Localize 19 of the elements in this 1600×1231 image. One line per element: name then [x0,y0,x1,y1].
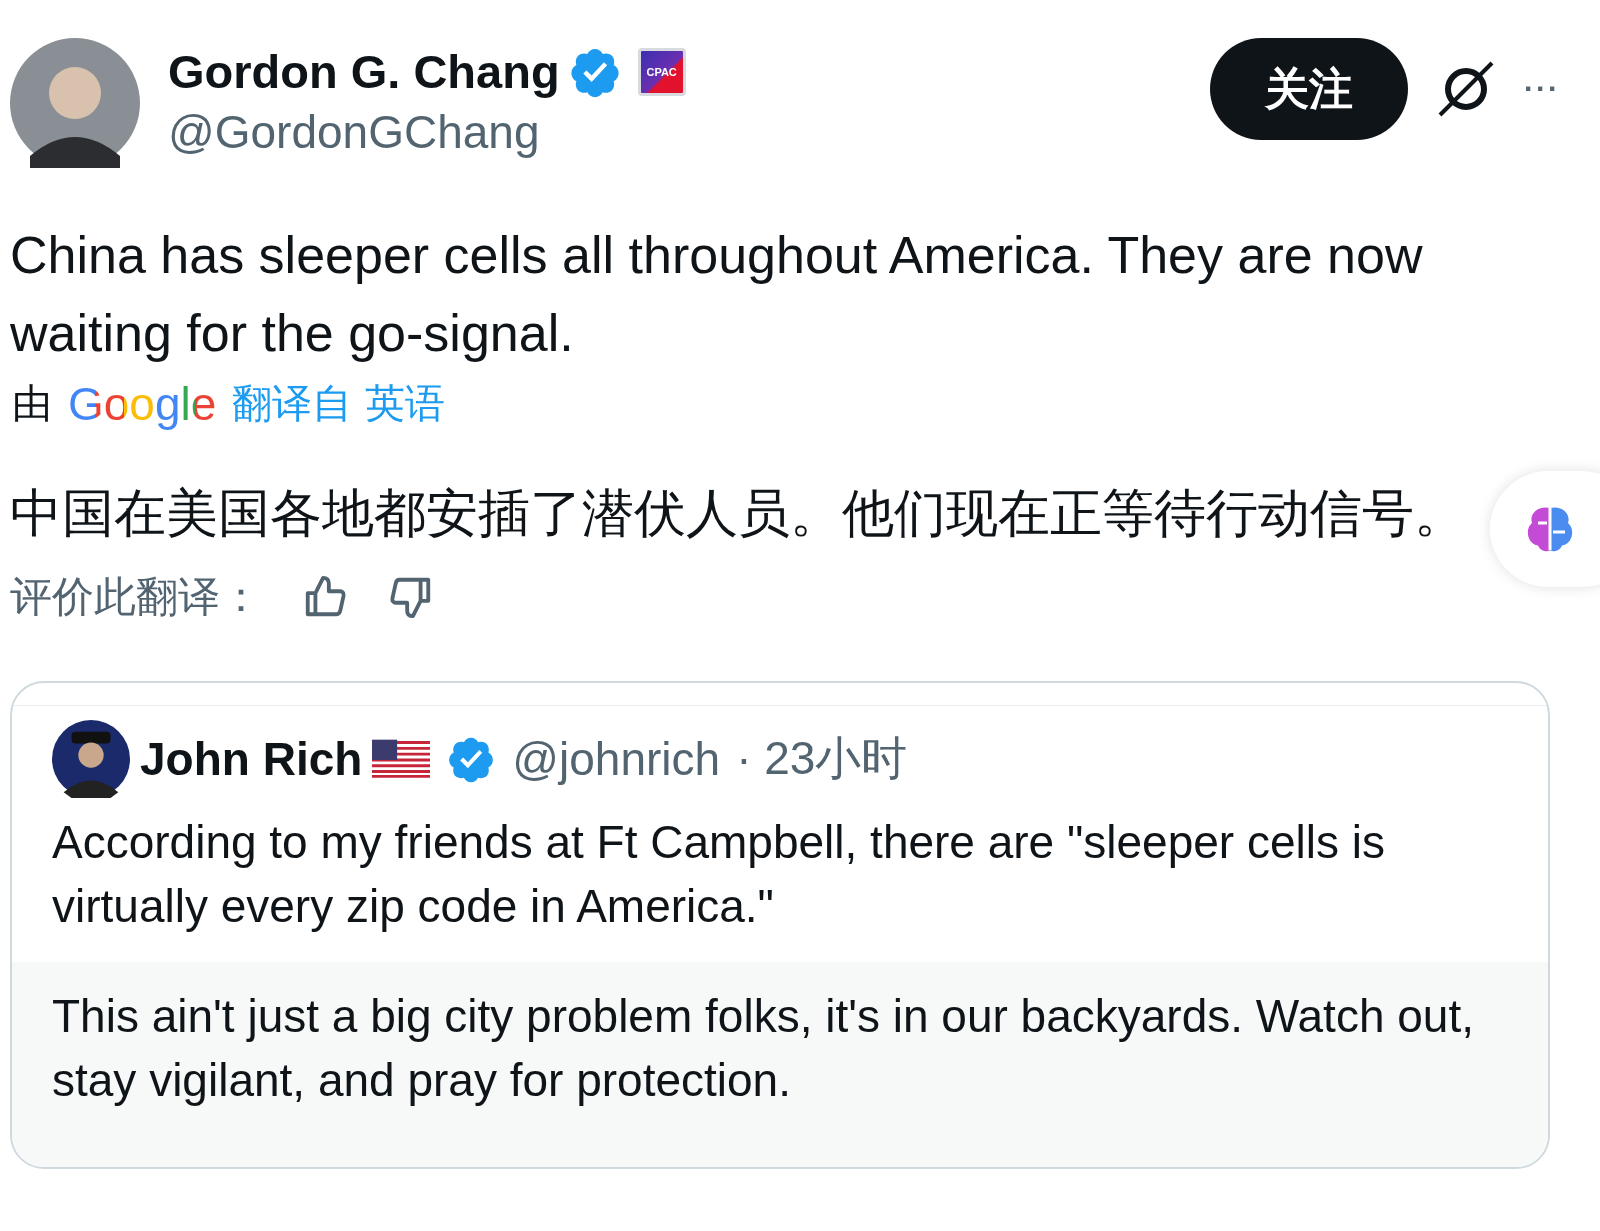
translated-by-label: 由 [12,379,52,428]
avatar[interactable] [10,38,140,168]
translated-text: 中国在美国各地都安插了潜伏人员。他们现在正等待行动信号。 [10,482,1466,545]
flag-icon [372,739,431,779]
timestamp: · 23小时 [736,731,908,786]
brain-button[interactable] [1490,471,1600,587]
author-name[interactable]: Gordon G. Chang [168,44,560,99]
quoted-author-name[interactable]: John Rich [140,732,363,786]
quoted-author-handle[interactable]: @johnrich [512,732,721,786]
quoted-tweet-card[interactable] [10,681,1550,1169]
community-note: This ain't just a big city problem folks, it's in our backyards. Watch out, stay vigilant, and pray for protection. [12,962,1548,1167]
follow-button[interactable]: 关注 [1210,38,1408,140]
tweet-text: China has sleeper cells all throughout America. They are now waiting for the go-signal. [10,225,1424,364]
author-handle[interactable]: @GordonGChang [168,105,686,159]
more-button[interactable]: ··· [1524,72,1560,106]
rate-translation-label: 评价此翻译： [10,571,262,623]
avatar[interactable] [52,720,130,798]
slashed-circle-icon[interactable] [1436,59,1496,119]
quoted-tweet-text: According to my friends at Ft Campbell, there are "sleeper cells is virtually every zip code in America." [52,815,1386,934]
